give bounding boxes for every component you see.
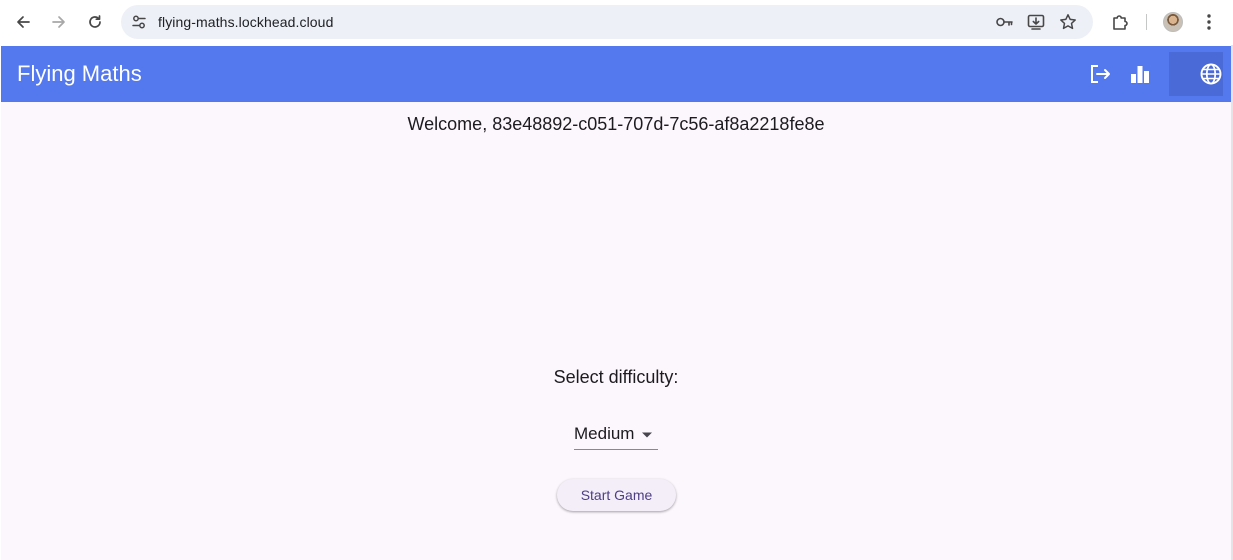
forward-button[interactable] (45, 8, 73, 36)
leaderboard-icon[interactable] (1126, 60, 1154, 88)
app-bar: Flying Maths (1, 46, 1231, 102)
logout-icon[interactable] (1086, 60, 1114, 88)
language-button[interactable] (1169, 52, 1223, 96)
reload-button[interactable] (81, 8, 109, 36)
toolbar-divider (1146, 14, 1147, 30)
app-title: Flying Maths (17, 61, 142, 86)
reload-icon (89, 15, 101, 28)
url-text[interactable]: flying-maths.lockhead.cloud (158, 14, 333, 30)
back-arrow-icon (17, 16, 30, 28)
difficulty-label: Select difficulty: (553, 367, 679, 387)
extensions-puzzle-icon[interactable] (1108, 10, 1132, 34)
back-button[interactable] (9, 8, 37, 36)
bookmark-star-icon[interactable] (1058, 12, 1078, 32)
profile-avatar[interactable] (1163, 12, 1183, 32)
start-game-button[interactable]: Start Game (557, 479, 676, 511)
app-page: Flying Maths Welcome, 83e48892-c051-707d… (1, 46, 1231, 560)
password-key-icon[interactable] (994, 12, 1014, 32)
more-vert-icon[interactable] (1197, 10, 1221, 34)
language-globe-icon (1200, 63, 1222, 85)
site-settings-icon[interactable] (130, 13, 148, 31)
difficulty-select[interactable]: Medium (574, 422, 658, 450)
welcome-message: Welcome, 83e48892-c051-707d-7c56-af8a221… (407, 114, 825, 134)
browser-toolbar: flying-maths.lockhead.cloud (0, 0, 1233, 45)
difficulty-value: Medium (574, 424, 635, 443)
forward-arrow-icon (52, 16, 65, 28)
install-app-icon[interactable] (1026, 12, 1046, 32)
dropdown-arrow-icon (642, 432, 652, 438)
address-bar[interactable]: flying-maths.lockhead.cloud (121, 5, 1093, 39)
